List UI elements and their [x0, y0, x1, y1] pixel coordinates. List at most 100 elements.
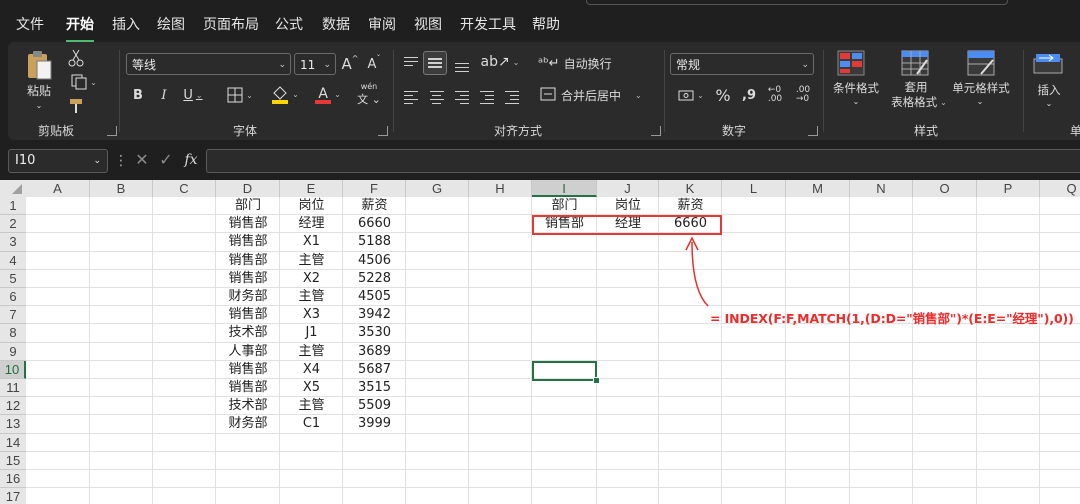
- table-data-cell[interactable]: 3515: [343, 379, 406, 397]
- table-data-cell[interactable]: 6660: [343, 215, 406, 233]
- cancel-icon[interactable]: ✕: [132, 150, 152, 170]
- column-header-L[interactable]: L: [722, 180, 786, 197]
- row-header-7[interactable]: 7: [0, 306, 26, 325]
- insert-cells-icon[interactable]: [1032, 50, 1064, 78]
- table-data-cell[interactable]: 5228: [343, 270, 406, 288]
- percent-button[interactable]: %: [712, 85, 734, 105]
- format-as-table-icon[interactable]: [900, 48, 930, 78]
- cut-icon[interactable]: [66, 48, 86, 68]
- column-header-K[interactable]: K: [659, 180, 722, 197]
- chevron-down-icon[interactable]: ⌄: [1044, 98, 1054, 108]
- column-header-H[interactable]: H: [469, 180, 532, 197]
- row-header-2[interactable]: 2: [0, 215, 26, 234]
- table-data-cell[interactable]: 技术部: [216, 324, 280, 342]
- decrease-font-button[interactable]: Aˇ: [364, 53, 384, 75]
- column-header-B[interactable]: B: [90, 180, 153, 197]
- row-header-17[interactable]: 17: [0, 488, 26, 504]
- merge-center-button[interactable]: 合并后居中 ⌄: [540, 85, 660, 105]
- column-header-Q[interactable]: Q: [1040, 180, 1080, 197]
- menu-review[interactable]: 审阅: [368, 0, 396, 40]
- clipboard-launcher-icon[interactable]: [107, 126, 117, 136]
- orientation-icon[interactable]: ab↗ ⌄: [480, 51, 520, 73]
- table-data-cell[interactable]: 销售部: [216, 252, 280, 270]
- number-format-select[interactable]: 常规 ⌄: [670, 53, 814, 75]
- row-header-4[interactable]: 4: [0, 251, 26, 270]
- table-header-cell[interactable]: 薪资: [343, 197, 406, 215]
- lookup-header-cell[interactable]: 岗位: [597, 197, 659, 215]
- menu-developer[interactable]: 开发工具: [460, 0, 516, 40]
- row-header-11[interactable]: 11: [0, 379, 26, 398]
- formula-input[interactable]: [206, 149, 1080, 173]
- fill-color-icon[interactable]: ⌄: [265, 83, 305, 105]
- table-header-cell[interactable]: 岗位: [280, 197, 343, 215]
- row-header-12[interactable]: 12: [0, 397, 26, 416]
- table-data-cell[interactable]: 财务部: [216, 415, 280, 433]
- column-header-M[interactable]: M: [786, 180, 850, 197]
- table-data-cell[interactable]: 销售部: [216, 233, 280, 251]
- format-as-table-button[interactable]: 表格格式 ⌄: [884, 94, 954, 110]
- font-color-icon[interactable]: A ⌄: [308, 83, 348, 105]
- table-data-cell[interactable]: 销售部: [216, 361, 280, 379]
- table-data-cell[interactable]: 3942: [343, 306, 406, 324]
- paste-button[interactable]: 粘贴: [22, 82, 56, 98]
- active-cell-I10[interactable]: [532, 361, 597, 381]
- chevron-down-icon[interactable]: ⌄: [33, 100, 45, 110]
- table-data-cell[interactable]: 销售部: [216, 306, 280, 324]
- align-left-icon[interactable]: [404, 88, 418, 107]
- table-data-cell[interactable]: 主管: [280, 397, 343, 415]
- chevron-down-icon[interactable]: ⌄: [975, 96, 985, 106]
- cell-styles-button[interactable]: 单元格样式: [948, 80, 1014, 96]
- column-header-J[interactable]: J: [597, 180, 659, 197]
- table-data-cell[interactable]: 5509: [343, 397, 406, 415]
- table-data-cell[interactable]: X4: [280, 361, 343, 379]
- font-size-select[interactable]: 11 ⌄: [294, 53, 336, 75]
- row-header-5[interactable]: 5: [0, 269, 26, 288]
- table-data-cell[interactable]: 销售部: [216, 270, 280, 288]
- row-header-6[interactable]: 6: [0, 288, 26, 307]
- table-data-cell[interactable]: C1: [280, 415, 343, 433]
- align-right-icon[interactable]: [455, 88, 469, 107]
- menu-file[interactable]: 文件: [16, 0, 44, 40]
- more-options-icon[interactable]: ⋮: [114, 152, 128, 170]
- column-header-F[interactable]: F: [343, 180, 406, 197]
- column-header-P[interactable]: P: [977, 180, 1040, 197]
- align-center-icon[interactable]: [430, 88, 444, 107]
- alignment-launcher-icon[interactable]: [651, 126, 661, 136]
- increase-font-button[interactable]: A ^: [340, 53, 360, 75]
- menu-formulas[interactable]: 公式: [275, 0, 303, 40]
- table-data-cell[interactable]: 3530: [343, 324, 406, 342]
- menu-draw[interactable]: 绘图: [157, 0, 185, 40]
- underline-button[interactable]: U ⌄: [180, 85, 206, 105]
- table-data-cell[interactable]: 主管: [280, 252, 343, 270]
- table-data-cell[interactable]: 主管: [280, 288, 343, 306]
- accounting-format-icon[interactable]: ⌄: [673, 85, 709, 105]
- format-painter-icon[interactable]: [66, 96, 86, 116]
- insert-button[interactable]: 插入: [1034, 82, 1064, 98]
- comma-style-button[interactable]: ,9: [738, 85, 760, 105]
- wrap-text-button[interactable]: ᵃᵇ↵ 自动换行: [538, 53, 628, 73]
- chevron-down-icon[interactable]: ⌄: [851, 96, 861, 106]
- row-header-1[interactable]: 1: [0, 197, 26, 216]
- table-data-cell[interactable]: 3689: [343, 343, 406, 361]
- table-data-cell[interactable]: 销售部: [216, 215, 280, 233]
- table-data-cell[interactable]: 人事部: [216, 343, 280, 361]
- column-header-A[interactable]: A: [26, 180, 90, 197]
- row-header-8[interactable]: 8: [0, 324, 26, 343]
- align-middle-icon[interactable]: [423, 51, 447, 75]
- menu-home[interactable]: 开始: [66, 0, 94, 40]
- table-data-cell[interactable]: 5188: [343, 233, 406, 251]
- menu-help[interactable]: 帮助: [532, 0, 560, 40]
- number-launcher-icon[interactable]: [808, 126, 818, 136]
- table-data-cell[interactable]: 销售部: [216, 379, 280, 397]
- name-box[interactable]: I10 ⌄: [8, 149, 108, 173]
- column-header-D[interactable]: D: [216, 180, 280, 197]
- table-data-cell[interactable]: 4506: [343, 252, 406, 270]
- table-data-cell[interactable]: X2: [280, 270, 343, 288]
- lookup-header-cell[interactable]: 薪资: [659, 197, 722, 215]
- row-header-15[interactable]: 15: [0, 451, 26, 470]
- table-data-cell[interactable]: X3: [280, 306, 343, 324]
- table-data-cell[interactable]: 5687: [343, 361, 406, 379]
- table-header-cell[interactable]: 部门: [216, 197, 280, 215]
- paste-icon[interactable]: [22, 48, 56, 82]
- copy-icon[interactable]: ⌄: [66, 72, 102, 92]
